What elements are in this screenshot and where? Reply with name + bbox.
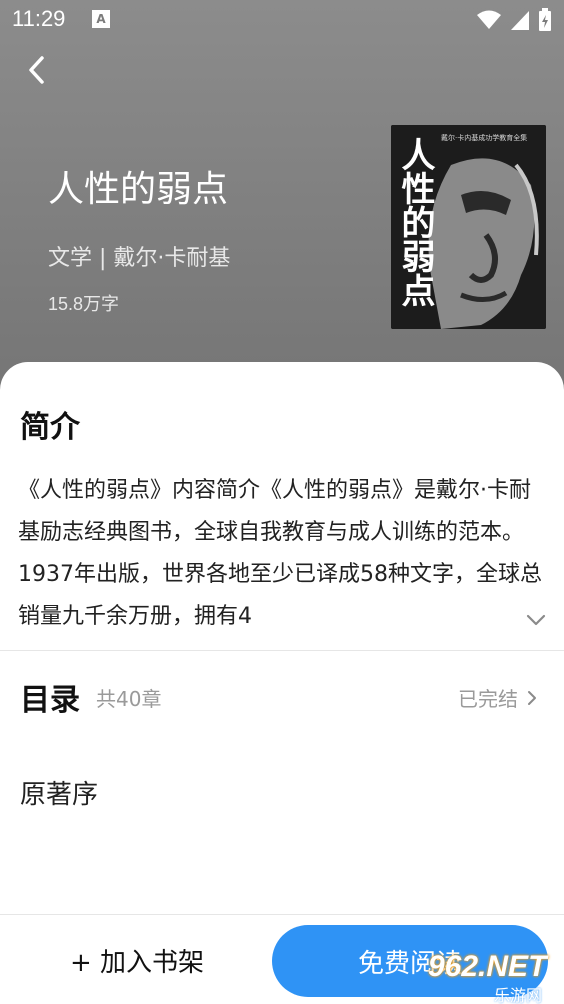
status-time: 11:29 — [12, 6, 66, 31]
battery-icon — [539, 8, 551, 31]
book-meta: 文学 | 戴尔·卡耐基 — [48, 246, 231, 271]
chevron-down-icon[interactable] — [524, 608, 548, 632]
status-bar: 11:29 A — [0, 0, 564, 40]
chevron-right-icon — [528, 690, 536, 705]
back-button[interactable] — [22, 52, 54, 88]
wifi-icon — [477, 10, 501, 29]
intro-heading: 简介 — [20, 410, 80, 445]
toc-chapter-count: 共40章 — [96, 687, 162, 711]
divider — [0, 650, 564, 651]
book-word-count: 15.8万字 — [48, 294, 120, 314]
add-to-shelf-button[interactable]: + 加入书架 — [70, 942, 204, 979]
watermark-main: 962.NET — [428, 950, 547, 983]
cover-subtitle: 戴尔·卡内基成功学教育全集 — [441, 133, 527, 142]
watermark: 962.NET 乐游网 — [424, 950, 564, 1004]
chevron-left-icon — [29, 56, 44, 84]
book-cover[interactable]: 人性的弱点 戴尔·卡内基成功学教育全集 — [391, 125, 546, 329]
cover-title: 人性的弱点 — [395, 137, 435, 307]
chapter-item[interactable]: 原著序 — [20, 774, 98, 811]
signal-icon — [511, 11, 529, 30]
notification-icon: A — [92, 10, 110, 28]
toc-status-label: 已完结 — [458, 687, 518, 711]
watermark-sub: 乐游网 — [494, 988, 543, 1004]
toc-status-link[interactable]: 已完结 — [458, 683, 538, 712]
cover-portrait: 人性的弱点 戴尔·卡内基成功学教育全集 — [391, 125, 546, 329]
bottom-divider — [0, 914, 564, 915]
toc-heading: 目录 — [20, 683, 80, 718]
book-title: 人性的弱点 — [48, 169, 229, 210]
